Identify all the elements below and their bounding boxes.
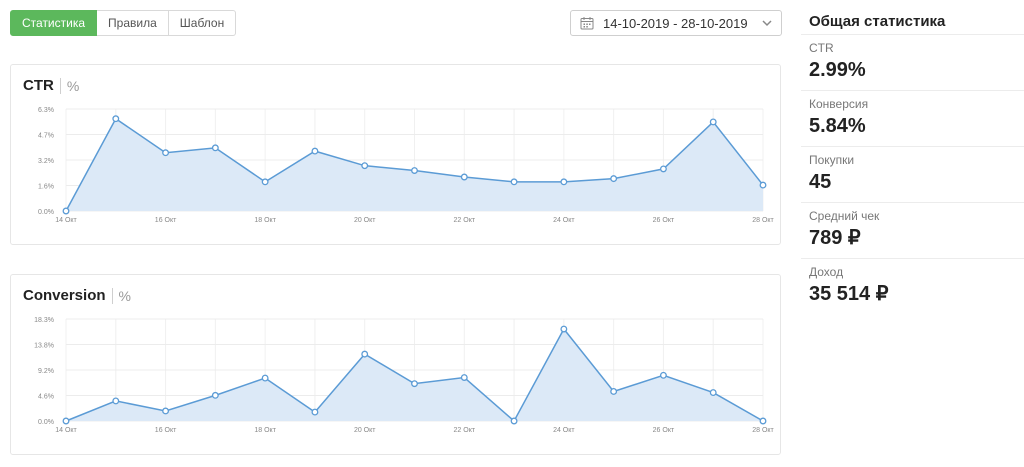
calendar-icon [580, 17, 594, 30]
x-tick-label: 22 Окт [454, 217, 476, 224]
data-point [460, 173, 468, 181]
date-range-picker[interactable]: 14-10-2019 - 28-10-2019 [570, 10, 782, 36]
data-point [112, 115, 120, 123]
data-point [311, 147, 319, 155]
stat-value: 45 [809, 171, 832, 193]
ctr-chart-card: CTR % 0.0% 1.6% 3.2% 4.7% 6.3% 14 Окт 16 Окт 18… [10, 64, 781, 245]
data-point [411, 167, 418, 174]
tab-template[interactable]: Шаблон [168, 10, 237, 36]
x-tick-label: 18 Окт [254, 217, 276, 224]
x-tick-label: 28 Окт [752, 427, 774, 434]
x-tick-label: 16 Окт [155, 427, 177, 434]
stat-value: 5.84% [809, 115, 866, 137]
stat-revenue: Доход 35 514 ₽ [801, 258, 1024, 314]
data-point [411, 380, 418, 388]
data-point [112, 397, 120, 405]
tab-statistics[interactable]: Статистика [10, 10, 98, 36]
stat-value: 2.99% [809, 59, 866, 81]
data-point [560, 325, 568, 333]
data-point [162, 149, 170, 157]
summary-panel: Общая статистика CTR 2.99% Конверсия 5.8… [801, 10, 1024, 314]
data-point [211, 391, 219, 399]
data-point [261, 178, 269, 186]
data-point [460, 374, 468, 381]
data-point [759, 181, 767, 189]
y-tick-label: 4.6% [38, 394, 54, 401]
stat-label: Конверсия [809, 97, 869, 111]
stat-label: Покупки [809, 153, 855, 167]
stat-ctr: CTR 2.99% [801, 34, 1024, 90]
data-point [610, 175, 618, 183]
x-tick-label: 24 Окт [553, 427, 575, 434]
stat-value: 35 514 ₽ [809, 283, 889, 305]
data-point [162, 407, 170, 415]
x-tick-label: 14 Окт [55, 427, 77, 434]
data-point [62, 207, 70, 215]
data-point [610, 388, 618, 395]
x-tick-label: 14 Окт [55, 217, 77, 224]
x-tick-label: 26 Окт [653, 217, 675, 224]
view-tabs: Статистика Правила Шаблон [10, 10, 237, 36]
y-tick-label: 18.3% [34, 317, 54, 324]
x-tick-label: 20 Окт [354, 427, 376, 434]
x-tick-label: 26 Окт [653, 427, 675, 434]
y-tick-label: 9.2% [38, 368, 54, 375]
stat-label: Доход [809, 265, 844, 279]
chevron-down-icon [762, 20, 772, 27]
data-point [361, 162, 369, 170]
data-point [560, 178, 568, 186]
tab-rules[interactable]: Правила [97, 10, 169, 36]
summary-title: Общая статистика [809, 13, 946, 30]
stat-label: CTR [809, 41, 834, 55]
date-range-value: 14-10-2019 - 28-10-2019 [603, 15, 748, 31]
y-tick-label: 3.2% [38, 158, 54, 165]
y-tick-label: 1.6% [38, 184, 54, 191]
stat-average-check: Средний чек 789 ₽ [801, 202, 1024, 258]
data-point [62, 417, 70, 425]
stat-purchases: Покупки 45 [801, 146, 1024, 202]
x-tick-label: 20 Окт [354, 217, 376, 224]
y-tick-label: 4.7% [38, 133, 54, 140]
ctr-chart: 0.0% 1.6% 3.2% 4.7% 6.3% 14 Окт 16 Окт 18 Окт 20… [38, 107, 775, 224]
data-point [510, 178, 518, 186]
data-point [261, 374, 269, 382]
data-point [709, 118, 717, 126]
y-tick-label: 13.8% [34, 343, 54, 350]
data-point [659, 165, 667, 173]
y-tick-label: 0.0% [38, 419, 54, 426]
data-point [510, 417, 518, 425]
data-point [361, 350, 369, 358]
x-tick-label: 16 Окт [155, 217, 177, 224]
data-point [759, 417, 767, 425]
stat-conversion: Конверсия 5.84% [801, 90, 1024, 146]
data-point [311, 408, 319, 416]
data-point [211, 144, 219, 152]
conversion-chart: 0.0% 4.6% 9.2% 13.8% 18.3% 14 Окт 16 Окт 18 Окт… [34, 317, 774, 434]
y-tick-label: 6.3% [38, 107, 54, 114]
stat-value: 789 ₽ [809, 227, 861, 249]
data-point [709, 389, 717, 397]
x-tick-label: 24 Окт [553, 217, 575, 224]
conversion-chart-card: Conversion % 0.0% 4.6% 9.2% 13.8% 18.3% 14 Ок… [10, 274, 781, 455]
x-tick-label: 18 Окт [254, 427, 276, 434]
data-point [659, 371, 667, 379]
x-tick-label: 22 Окт [454, 427, 476, 434]
y-tick-label: 0.0% [38, 209, 54, 216]
x-tick-label: 28 Окт [752, 217, 774, 224]
stat-label: Средний чек [809, 209, 880, 223]
